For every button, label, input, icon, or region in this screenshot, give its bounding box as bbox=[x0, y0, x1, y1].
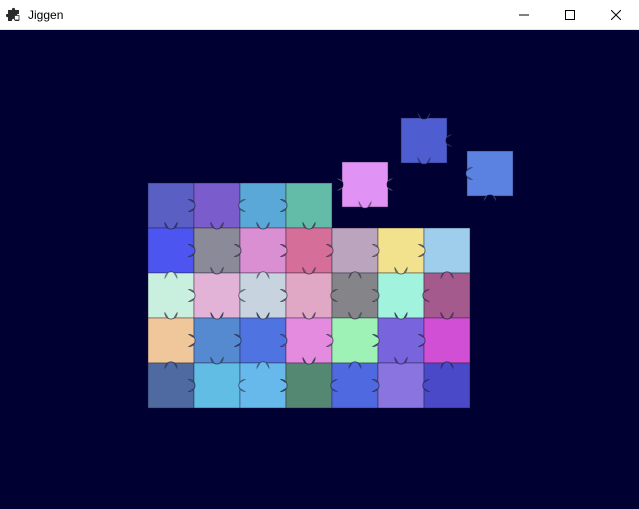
loose-puzzle-piece-3[interactable] bbox=[465, 150, 514, 203]
puzzle-piece-r2-c1[interactable] bbox=[147, 221, 196, 280]
puzzle-piece-r4-c5[interactable] bbox=[325, 311, 380, 370]
puzzle-piece-r1-c1[interactable] bbox=[147, 182, 196, 230]
puzzle-piece-r3-c3[interactable] bbox=[238, 271, 288, 320]
puzzle-piece-r2-c3[interactable] bbox=[233, 221, 288, 280]
puzzle-piece-r4-c6[interactable] bbox=[371, 311, 426, 365]
minimize-button[interactable] bbox=[501, 0, 547, 30]
puzzle-piece-r4-c1[interactable] bbox=[147, 311, 196, 370]
puzzle-piece-r1-c2[interactable] bbox=[187, 182, 247, 230]
maximize-button[interactable] bbox=[547, 0, 593, 30]
jigsaw-piece-icon bbox=[6, 7, 20, 21]
puzzle-piece-r3-c5[interactable] bbox=[330, 271, 380, 320]
puzzle-piece-r3-c1[interactable] bbox=[147, 271, 196, 320]
puzzle-piece-r4-c2[interactable] bbox=[187, 311, 242, 365]
puzzle-piece-r5-c5[interactable] bbox=[330, 361, 380, 409]
puzzle-piece-r4-c7[interactable] bbox=[417, 311, 471, 370]
puzzle-piece-r3-c6[interactable] bbox=[371, 266, 431, 320]
puzzle-piece-r2-c4[interactable] bbox=[279, 221, 334, 275]
puzzle-piece-r4-c4[interactable] bbox=[279, 311, 334, 365]
minimize-icon bbox=[519, 14, 529, 16]
loose-puzzle-piece-2[interactable] bbox=[400, 111, 454, 165]
maximize-icon bbox=[565, 10, 575, 20]
puzzle-piece-r5-c1[interactable] bbox=[147, 361, 196, 409]
close-button[interactable] bbox=[593, 0, 639, 30]
puzzle-piece-r2-c6[interactable] bbox=[371, 227, 426, 275]
app-window: Jiggen bbox=[0, 0, 639, 509]
puzzle-piece-r1-c3[interactable] bbox=[238, 182, 288, 230]
puzzle-piece-r5-c4[interactable] bbox=[279, 356, 339, 409]
puzzle-piece-r5-c3[interactable] bbox=[238, 361, 288, 409]
puzzle-piece-r5-c7[interactable] bbox=[422, 361, 471, 409]
puzzle-piece-r5-c2[interactable] bbox=[187, 356, 247, 409]
puzzle-piece-r2-c7[interactable] bbox=[417, 227, 471, 280]
window-controls bbox=[501, 0, 639, 30]
puzzle-piece-r2-c2[interactable] bbox=[187, 221, 242, 275]
puzzle-piece-r5-c6[interactable] bbox=[371, 356, 431, 409]
puzzle-piece-r4-c3[interactable] bbox=[233, 311, 288, 370]
puzzle-canvas[interactable] bbox=[0, 30, 639, 509]
puzzle-piece-r3-c2[interactable] bbox=[187, 266, 247, 320]
close-icon bbox=[611, 10, 621, 20]
loose-puzzle-piece-1[interactable] bbox=[335, 161, 395, 209]
puzzle-piece-r2-c5[interactable] bbox=[325, 227, 380, 280]
puzzle-piece-r3-c4[interactable] bbox=[279, 266, 339, 320]
title-bar[interactable]: Jiggen bbox=[0, 0, 639, 30]
puzzle-piece-r1-c4[interactable] bbox=[279, 182, 333, 230]
window-title: Jiggen bbox=[28, 7, 64, 22]
puzzle-board bbox=[147, 111, 514, 409]
puzzle-piece-r3-c7[interactable] bbox=[422, 271, 471, 320]
